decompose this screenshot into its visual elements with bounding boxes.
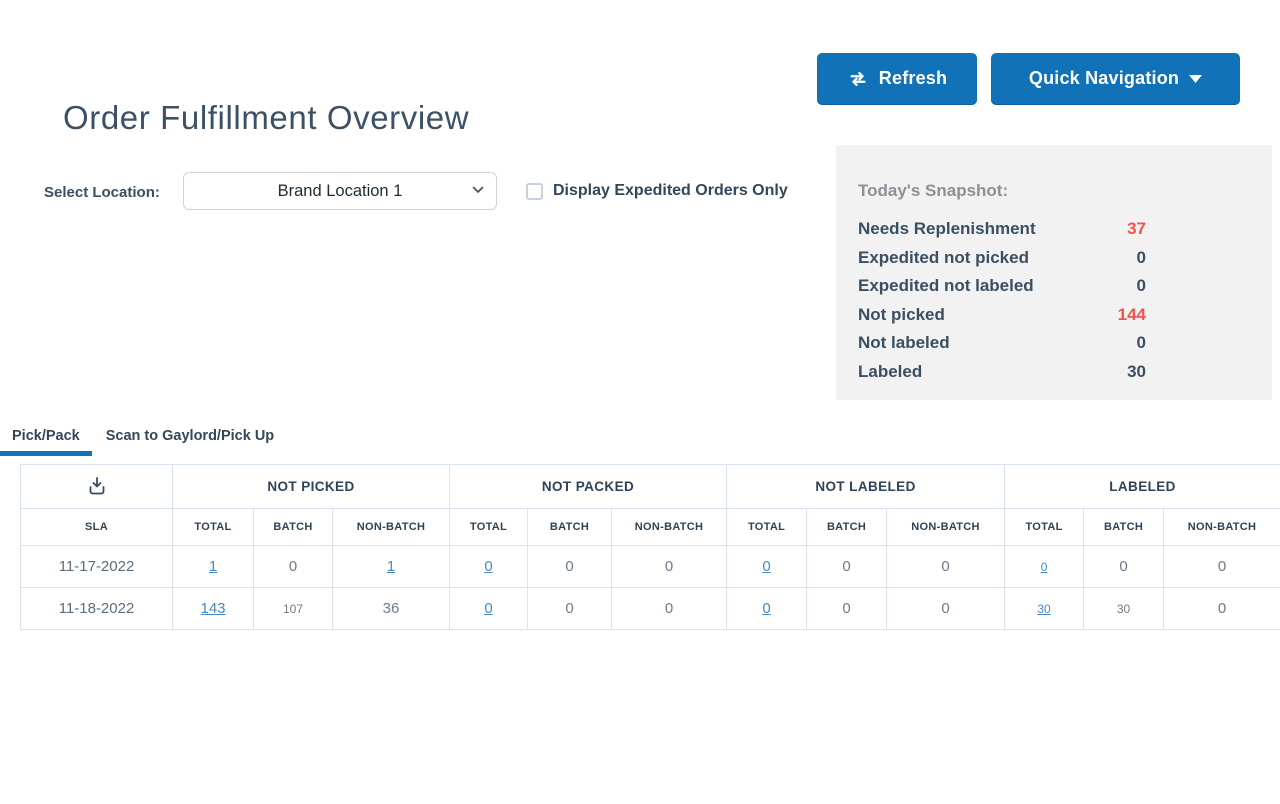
column-header: NON-BATCH <box>612 509 727 546</box>
expedited-only-checkbox[interactable] <box>526 183 543 200</box>
cell-value: 0 <box>1218 558 1226 575</box>
cell-link[interactable]: 0 <box>762 600 770 617</box>
cell-value: 0 <box>665 600 673 617</box>
column-header: TOTAL <box>1005 509 1084 546</box>
cell-link[interactable]: 0 <box>762 558 770 575</box>
cell-value: 0 <box>941 558 949 575</box>
snapshot-label: Labeled <box>858 358 922 387</box>
column-header-sla: SLA <box>21 509 173 546</box>
snapshot-row: Needs Replenishment 37 <box>858 215 1146 244</box>
snapshot-label: Needs Replenishment <box>858 215 1036 244</box>
sla-date: 11-18-2022 <box>21 588 173 630</box>
snapshot-title: Today's Snapshot: <box>858 181 1272 201</box>
refresh-icon <box>847 68 869 90</box>
snapshot-value: 0 <box>1137 329 1146 358</box>
snapshot-row: Expedited not picked 0 <box>858 244 1146 273</box>
tab-pick-pack[interactable]: Pick/Pack <box>12 421 80 450</box>
cell-link[interactable]: 0 <box>484 558 492 575</box>
snapshot-value: 0 <box>1137 244 1146 273</box>
snapshot-row: Not labeled 0 <box>858 329 1146 358</box>
cell-value: 0 <box>665 558 673 575</box>
snapshot-value: 0 <box>1137 272 1146 301</box>
todays-snapshot-panel: Today's Snapshot: Needs Replenishment 37… <box>836 145 1272 400</box>
sla-date: 11-17-2022 <box>21 546 173 588</box>
snapshot-row: Expedited not labeled 0 <box>858 272 1146 301</box>
order-fulfillment-page: Order Fulfillment Overview Refresh Quick… <box>0 0 1280 804</box>
cell-value: 0 <box>842 600 850 617</box>
table-row: 11-18-2022 143 107 36 0 0 0 0 0 0 30 30 … <box>21 588 1280 630</box>
snapshot-row: Labeled 30 <box>858 358 1146 387</box>
snapshot-label: Not labeled <box>858 329 950 358</box>
cell-link[interactable]: 1 <box>387 558 395 575</box>
refresh-button[interactable]: Refresh <box>817 53 977 104</box>
group-header-not-picked: NOT PICKED <box>173 465 450 509</box>
column-header: NON-BATCH <box>1164 509 1280 546</box>
column-header: TOTAL <box>173 509 254 546</box>
column-header: BATCH <box>1084 509 1164 546</box>
group-header-not-labeled: NOT LABELED <box>727 465 1005 509</box>
column-header: NON-BATCH <box>333 509 450 546</box>
column-header: BATCH <box>528 509 612 546</box>
snapshot-label: Not picked <box>858 301 945 330</box>
snapshot-label: Expedited not picked <box>858 244 1029 273</box>
cell-value: 36 <box>383 600 400 617</box>
select-location-label: Select Location: <box>44 184 160 201</box>
caret-down-icon <box>1189 75 1202 83</box>
cell-value: 30 <box>1117 602 1130 616</box>
column-header: BATCH <box>807 509 887 546</box>
cell-value: 107 <box>283 602 303 616</box>
cell-value: 0 <box>842 558 850 575</box>
expedited-only-label: Display Expedited Orders Only <box>553 182 788 200</box>
snapshot-value: 30 <box>1127 358 1146 387</box>
column-header: NON-BATCH <box>887 509 1005 546</box>
cell-value: 0 <box>565 558 573 575</box>
download-icon <box>84 475 110 499</box>
cell-link[interactable]: 1 <box>209 558 217 575</box>
cell-link[interactable]: 0 <box>484 600 492 617</box>
cell-value: 0 <box>1119 558 1127 575</box>
cell-value: 0 <box>289 558 297 575</box>
quick-navigation-button[interactable]: Quick Navigation <box>991 53 1240 104</box>
snapshot-value: 37 <box>1127 215 1146 244</box>
column-header: TOTAL <box>727 509 807 546</box>
table-row: 11-17-2022 1 0 1 0 0 0 0 0 0 0 0 0 <box>21 546 1280 588</box>
cell-value: 0 <box>941 600 949 617</box>
location-select-value: Brand Location 1 <box>278 182 403 201</box>
snapshot-rows: Needs Replenishment 37 Expedited not pic… <box>858 215 1146 387</box>
tab-scan-to-gaylord-pick-up[interactable]: Scan to Gaylord/Pick Up <box>106 421 274 450</box>
location-select[interactable]: Brand Location 1 <box>183 172 497 210</box>
group-header-labeled: LABELED <box>1005 465 1280 509</box>
cell-value: 0 <box>1218 600 1226 617</box>
quick-navigation-label: Quick Navigation <box>1029 68 1179 89</box>
cell-link[interactable]: 143 <box>200 600 225 617</box>
tab-bar: Pick/Pack Scan to Gaylord/Pick Up <box>0 421 1280 450</box>
table-download-cell <box>21 465 173 509</box>
snapshot-label: Expedited not labeled <box>858 272 1034 301</box>
sla-table: NOT PICKED NOT PACKED NOT LABELED LABELE… <box>20 464 1280 630</box>
group-header-not-packed: NOT PACKED <box>450 465 727 509</box>
snapshot-value: 144 <box>1118 301 1146 330</box>
download-button[interactable] <box>77 472 117 502</box>
cell-value: 0 <box>565 600 573 617</box>
cell-link[interactable]: 30 <box>1037 602 1050 616</box>
chevron-down-icon <box>472 186 484 194</box>
column-header: TOTAL <box>450 509 528 546</box>
snapshot-row: Not picked 144 <box>858 301 1146 330</box>
cell-link[interactable]: 0 <box>1041 560 1048 574</box>
refresh-button-label: Refresh <box>879 68 947 89</box>
page-title: Order Fulfillment Overview <box>63 99 469 137</box>
column-header: BATCH <box>254 509 333 546</box>
